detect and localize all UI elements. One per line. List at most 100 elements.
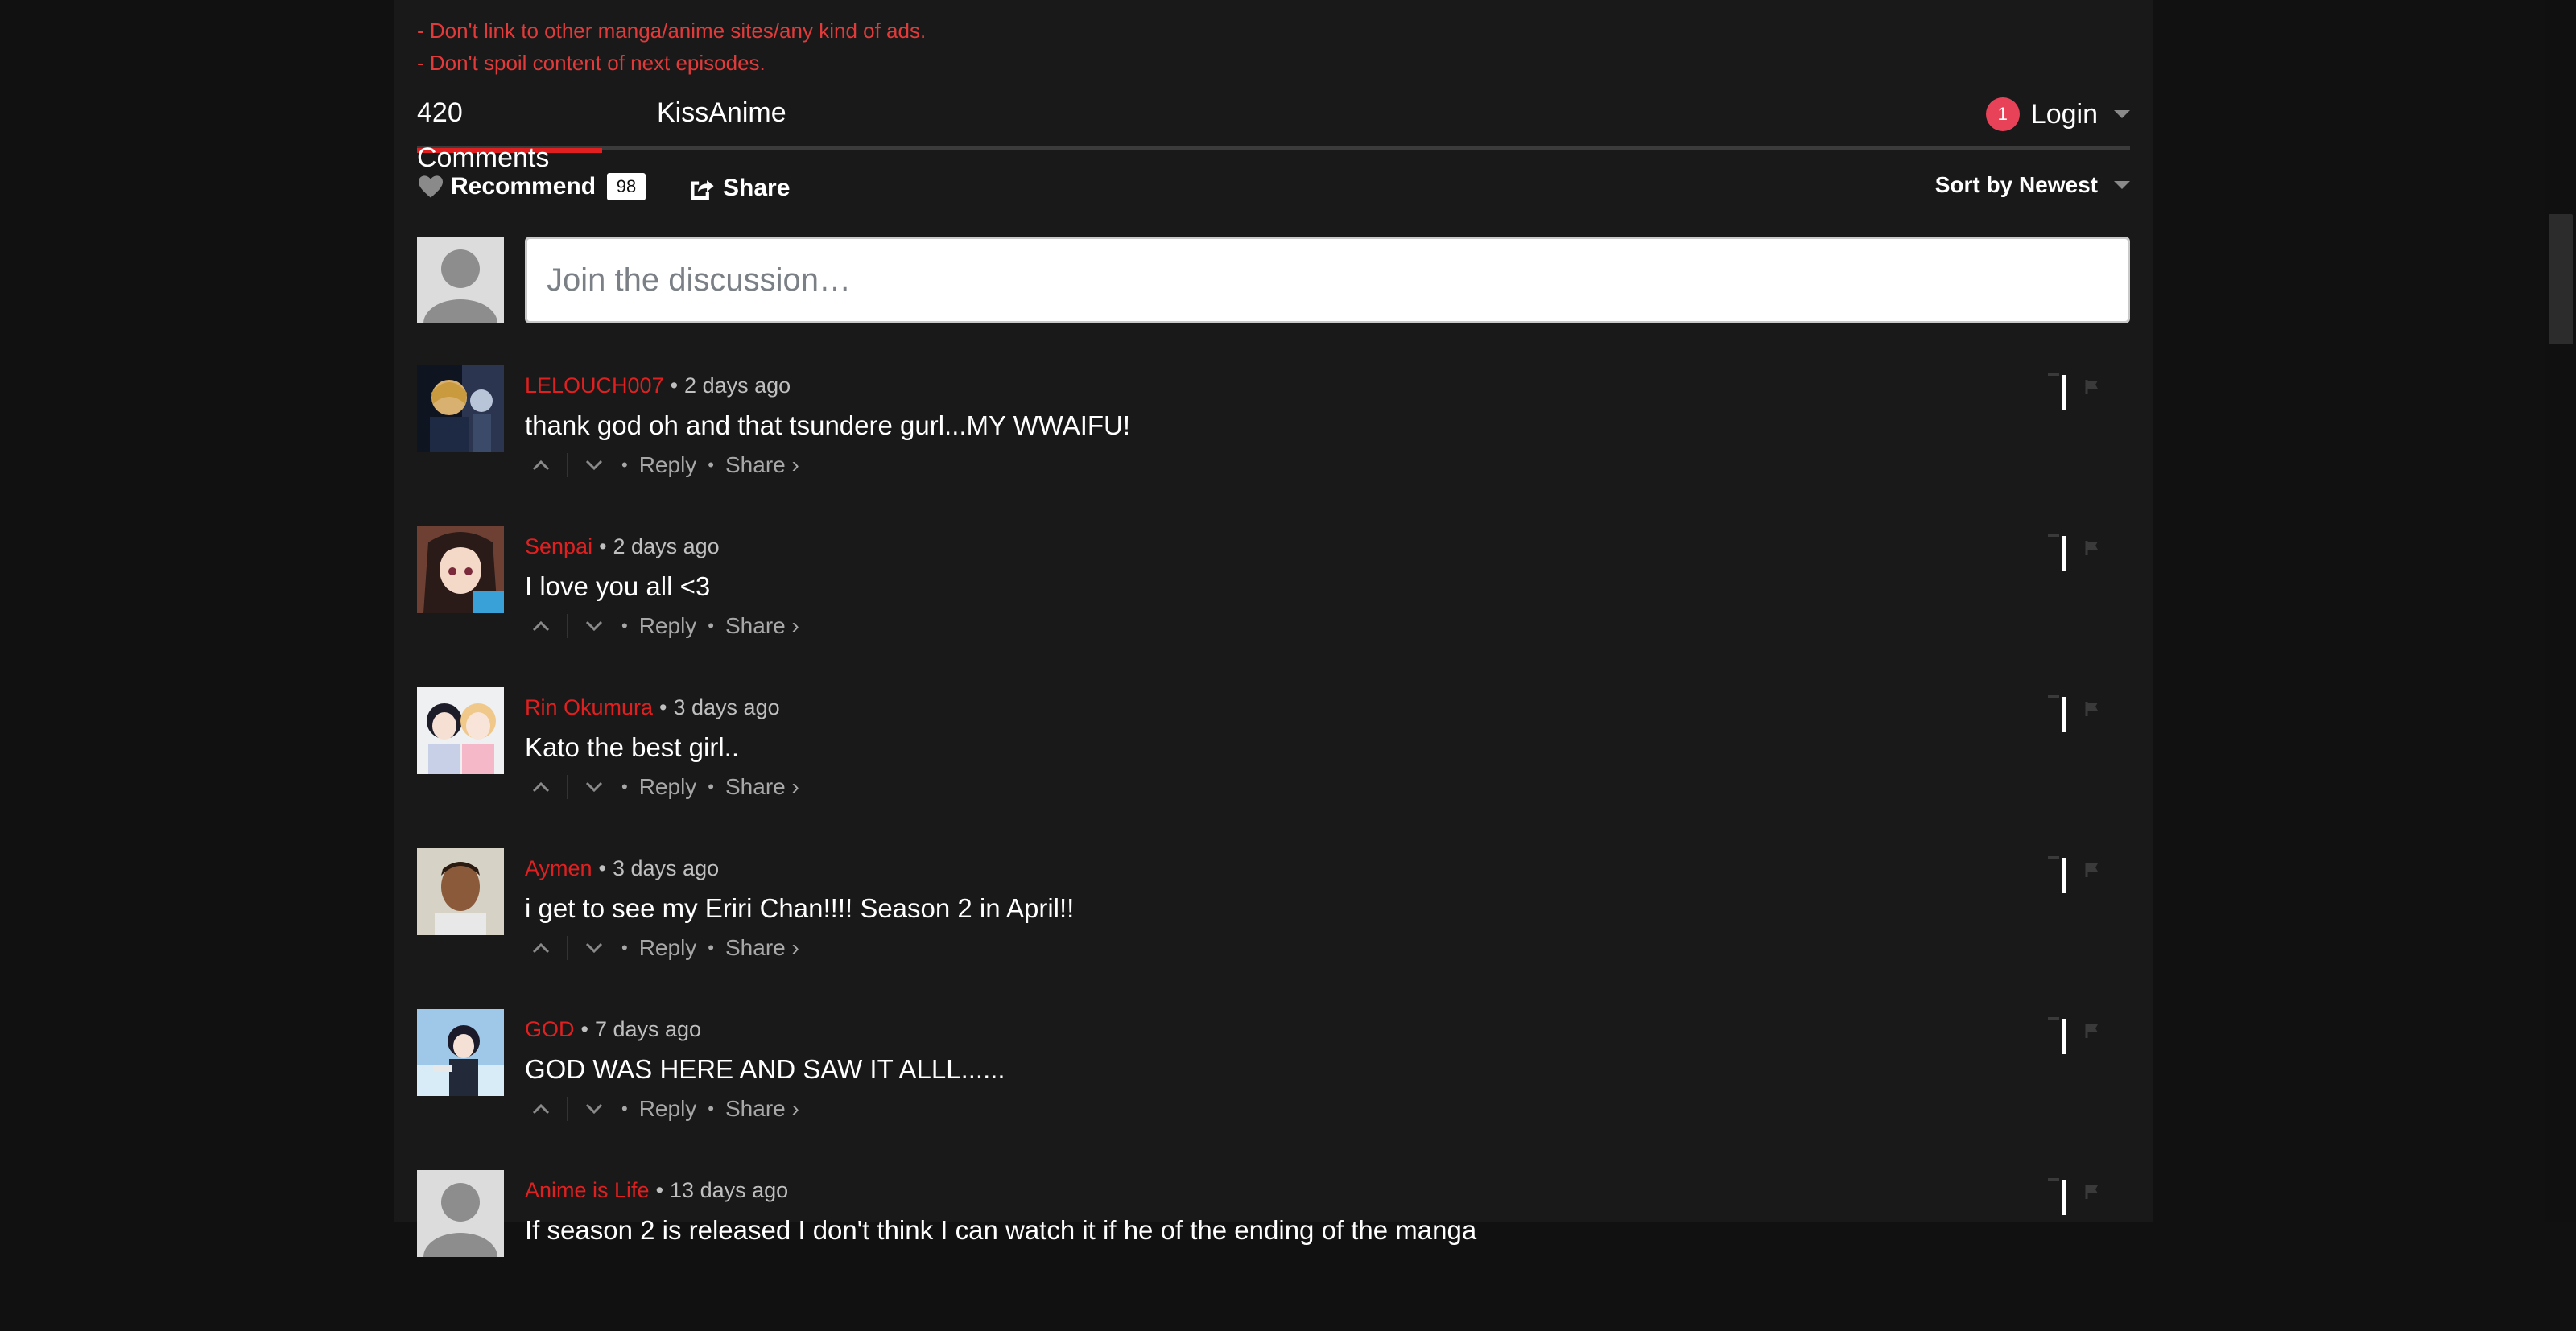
tab-community[interactable]: KissAnime <box>657 90 786 150</box>
comment-meta: Rin Okumura • 3 days ago <box>525 690 780 724</box>
comment-item: GOD • 7 days ago GOD WAS HERE AND SAW IT A… <box>417 1009 2130 1170</box>
upvote-button[interactable] <box>525 1094 557 1123</box>
comment-author[interactable]: LELOUCH007 <box>525 373 664 398</box>
avatar[interactable] <box>417 526 504 613</box>
comment-meta: LELOUCH007 • 2 days ago <box>525 369 791 402</box>
avatar[interactable] <box>417 1009 504 1096</box>
comment-text: GOD WAS HERE AND SAW IT ALLL...... <box>525 1054 1005 1084</box>
chevron-up-icon <box>532 781 550 793</box>
share-comment-button[interactable]: Share › <box>725 774 799 800</box>
footer-dot: • <box>708 777 714 797</box>
share-thread-button[interactable]: Share <box>687 169 790 208</box>
upvote-button[interactable] <box>525 612 557 641</box>
scrollbar-track[interactable] <box>2545 0 2576 1222</box>
collapse-icon[interactable] <box>2062 858 2066 893</box>
notification-badge[interactable]: 1 <box>1985 97 2020 131</box>
flag-icon[interactable] <box>2083 539 2103 557</box>
login-label[interactable]: Login <box>2031 99 2098 130</box>
login-menu[interactable]: 1 Login <box>1985 90 2130 138</box>
share-comment-button[interactable]: Share › <box>725 935 799 961</box>
downvote-button[interactable] <box>578 1094 610 1123</box>
thread-actions: Recommend 98 Share Sort by Newest <box>417 169 2130 209</box>
collapse-icon[interactable] <box>2062 1180 2066 1215</box>
comment-meta: GOD • 7 days ago <box>525 1012 701 1046</box>
downvote-button[interactable] <box>578 773 610 801</box>
upvote-button[interactable] <box>525 933 557 962</box>
disqus-nav: 420 Comments KissAnime 1 Login <box>417 90 2130 173</box>
chevron-down-icon[interactable] <box>2114 110 2130 118</box>
comment-time[interactable]: 2 days ago <box>613 534 720 558</box>
flag-icon[interactable] <box>2083 378 2103 396</box>
share-comment-button[interactable]: Share › <box>725 452 799 478</box>
footer-dot: • <box>708 455 714 475</box>
comment-author[interactable]: Anime is Life <box>525 1178 650 1202</box>
sort-label[interactable]: Sort by Newest <box>1935 172 2098 198</box>
downvote-button[interactable] <box>578 933 610 962</box>
avatar[interactable] <box>417 848 504 935</box>
comment-composer: Join the discussion… <box>417 237 2130 323</box>
user-avatar <box>417 237 504 323</box>
reply-button[interactable]: Reply <box>639 1096 697 1122</box>
scrollbar-thumb[interactable] <box>2549 214 2573 344</box>
avatar[interactable] <box>417 365 504 452</box>
page: - Don't link to other manga/anime sites/… <box>0 0 2576 1257</box>
rule-line: - Don't spoil content of next episodes. <box>417 51 766 75</box>
recommend-count: 98 <box>607 173 646 200</box>
comment-author[interactable]: Rin Okumura <box>525 695 653 719</box>
comment-author[interactable]: Senpai <box>525 534 592 558</box>
reply-button[interactable]: Reply <box>639 935 697 961</box>
meta-dot: • <box>655 1178 664 1202</box>
footer-dot: • <box>621 777 628 797</box>
upvote-button[interactable] <box>525 773 557 801</box>
comment-author[interactable]: GOD <box>525 1017 575 1041</box>
comment-text: If season 2 is released I don't think I … <box>525 1215 1477 1245</box>
upvote-button[interactable] <box>525 451 557 480</box>
collapse-icon[interactable] <box>2062 1019 2066 1054</box>
chevron-down-icon[interactable] <box>2114 181 2130 189</box>
heart-icon <box>419 175 443 198</box>
comment-time[interactable]: 7 days ago <box>595 1017 701 1041</box>
avatar[interactable] <box>417 687 504 774</box>
share-comment-button[interactable]: Share › <box>725 1096 799 1122</box>
flag-icon[interactable] <box>2083 700 2103 718</box>
chevron-up-icon <box>532 1103 550 1115</box>
collapse-icon[interactable] <box>2062 375 2066 410</box>
collapse-icon[interactable] <box>2062 536 2066 571</box>
share-label: Share <box>723 175 791 201</box>
collapse-icon[interactable] <box>2062 697 2066 732</box>
comment-text: thank god oh and that tsundere gurl...MY… <box>525 410 1131 440</box>
reply-button[interactable]: Reply <box>639 613 697 639</box>
sort-dropdown[interactable]: Sort by Newest <box>1935 169 2130 201</box>
vote-divider <box>567 453 568 477</box>
chevron-up-icon <box>532 942 550 954</box>
reply-button[interactable]: Reply <box>639 452 697 478</box>
reply-button[interactable]: Reply <box>639 774 697 800</box>
comment-text: I love you all <3 <box>525 571 711 601</box>
meta-dot: • <box>580 1017 588 1041</box>
comment-item: LELOUCH007 • 2 days ago thank god oh and t… <box>417 365 2130 526</box>
flag-icon[interactable] <box>2083 1022 2103 1040</box>
tab-comments[interactable]: 420 Comments <box>417 90 602 173</box>
share-icon <box>691 180 714 200</box>
flag-icon[interactable] <box>2083 861 2103 879</box>
comment-time[interactable]: 3 days ago <box>613 856 719 880</box>
comment-input[interactable]: Join the discussion… <box>525 237 2130 323</box>
comment-time[interactable]: 2 days ago <box>684 373 791 398</box>
comment-footer: • Reply • Share › <box>525 930 799 966</box>
comment-author[interactable]: Aymen <box>525 856 592 880</box>
comment-meta: Aymen • 3 days ago <box>525 851 719 885</box>
comment-footer: • Reply • Share › <box>525 447 799 483</box>
comment-time[interactable]: 3 days ago <box>674 695 780 719</box>
downvote-button[interactable] <box>578 612 610 641</box>
comment-footer: • Reply • Share › <box>525 1091 799 1127</box>
flag-icon[interactable] <box>2083 1183 2103 1201</box>
comment-time[interactable]: 13 days ago <box>670 1178 788 1202</box>
share-comment-button[interactable]: Share › <box>725 613 799 639</box>
anime-boy-avatar <box>417 1009 504 1096</box>
comment-item: Aymen • 3 days ago i get to see my Eriri C… <box>417 848 2130 1009</box>
vote-divider <box>567 614 568 638</box>
avatar[interactable] <box>417 1170 504 1257</box>
downvote-button[interactable] <box>578 451 610 480</box>
recommend-button[interactable]: Recommend 98 <box>417 169 646 204</box>
comment-meta: Anime is Life • 13 days ago <box>525 1173 788 1207</box>
